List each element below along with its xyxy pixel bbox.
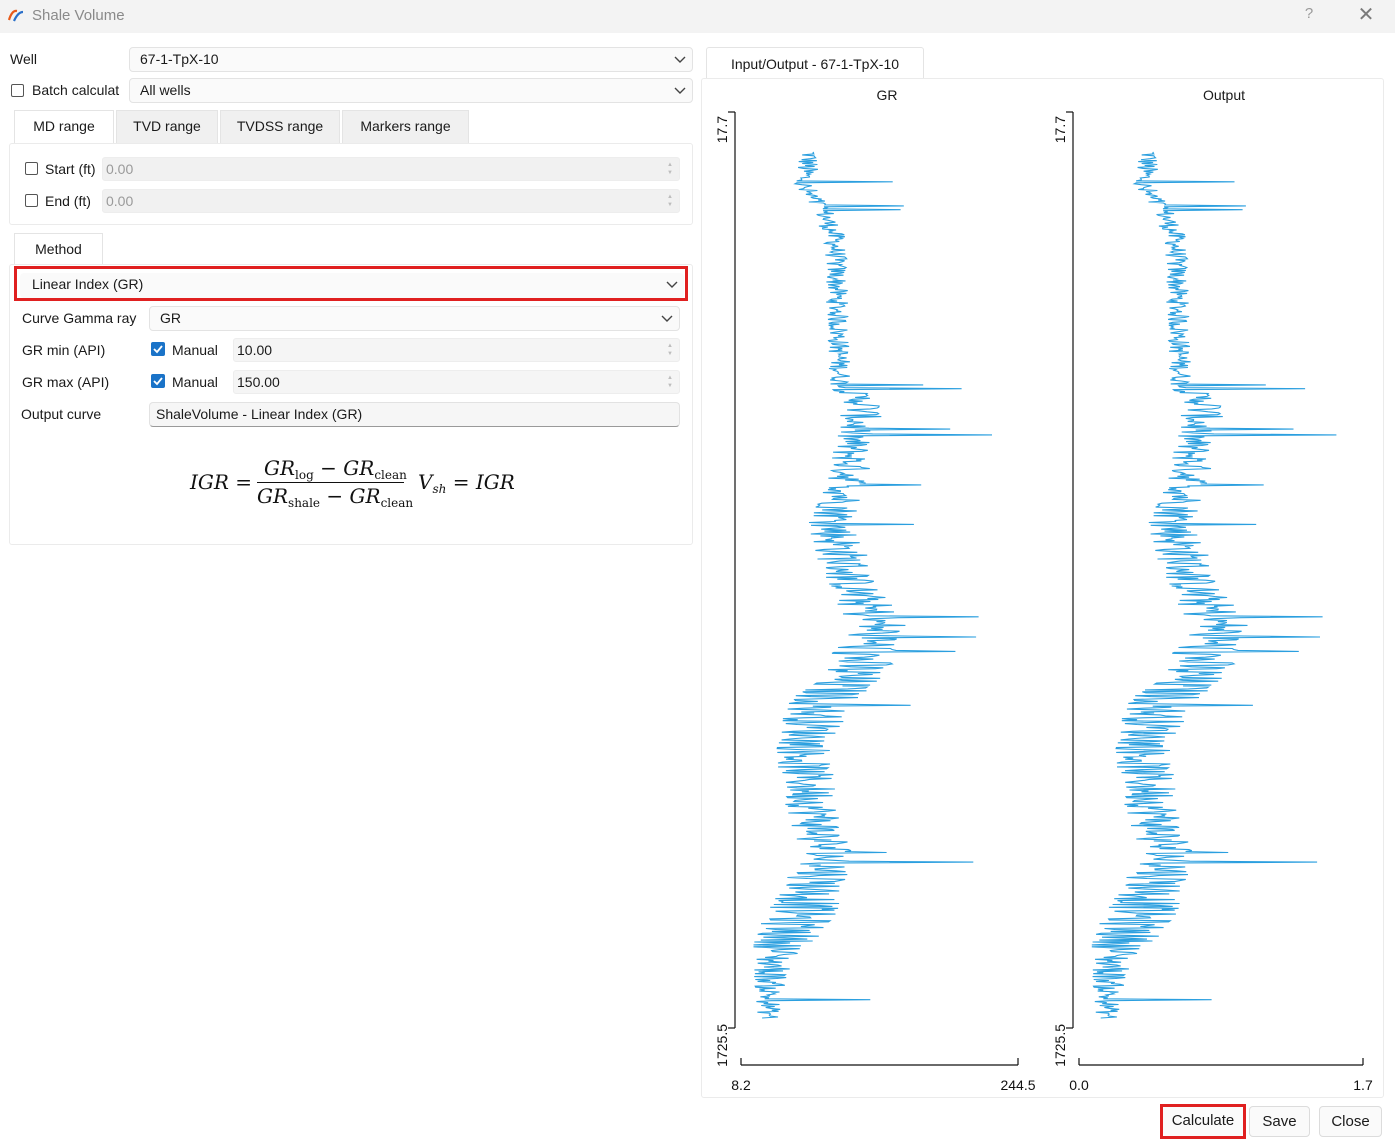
track-gr-min-label: 8.2 xyxy=(731,1077,751,1093)
start-input-value: 0.00 xyxy=(106,161,134,177)
track-output-depth-top: 17.7 xyxy=(1052,116,1068,143)
track-output-curve xyxy=(1091,151,1337,1019)
grmin-label: GR min (API) xyxy=(22,342,106,358)
formula-num-b: GR xyxy=(343,456,375,480)
curve-select-value: GR xyxy=(160,310,181,326)
formula-minus: − xyxy=(326,484,344,508)
help-button[interactable]: ? xyxy=(1300,5,1318,27)
curve-select[interactable]: GR xyxy=(149,306,680,331)
track-gr-max-label: 244.5 xyxy=(1000,1077,1035,1093)
batch-select[interactable]: All wells xyxy=(129,78,693,103)
formula-fraction-bar xyxy=(257,482,404,483)
batch-label: Batch calculat xyxy=(32,82,120,98)
output-curve-value: ShaleVolume - Linear Index (GR) xyxy=(156,406,363,422)
batch-select-value: All wells xyxy=(140,82,191,98)
formula-denominator: GRshale − GRclean xyxy=(257,484,413,510)
calculate-button[interactable]: Calculate xyxy=(1163,1107,1243,1136)
formula-num-a: GR xyxy=(264,456,296,480)
well-log-plot: GR 17.7 1725.5 8.2 244.5 Output 17.7 172… xyxy=(714,87,1373,1093)
output-curve-field[interactable]: ShaleVolume - Linear Index (GR) xyxy=(149,402,680,427)
formula-num-b-sub: clean xyxy=(374,468,407,482)
grmax-label: GR max (API) xyxy=(22,374,110,390)
title-bar xyxy=(0,0,1395,33)
grmin-manual-label: Manual xyxy=(172,342,218,358)
formula-den-a: GR xyxy=(257,484,289,508)
track-output-title: Output xyxy=(1203,87,1245,103)
start-label: Start (ft) xyxy=(45,161,96,177)
spin-arrows-icon: ▲ ▼ xyxy=(667,194,673,208)
grmin-input[interactable]: 10.00 ▲ ▼ xyxy=(233,338,680,362)
end-label: End (ft) xyxy=(45,193,91,209)
grmin-manual-checkbox[interactable] xyxy=(151,342,165,356)
formula-den-a-sub: shale xyxy=(288,496,321,510)
track-gr-title: GR xyxy=(877,87,898,103)
track-gr-depth-bottom: 1725.5 xyxy=(714,1024,730,1067)
end-checkbox[interactable] xyxy=(25,194,38,207)
batch-checkbox[interactable] xyxy=(11,84,24,97)
well-select[interactable]: 67-1-TpX-10 xyxy=(129,47,693,72)
close-window-icon[interactable]: ✕ xyxy=(1355,4,1377,26)
method-select[interactable]: Linear Index (GR) xyxy=(20,273,684,298)
track-gr-depth-top: 17.7 xyxy=(714,116,730,143)
end-input[interactable]: 0.00 ▲ ▼ xyxy=(102,189,680,213)
formula-minus: − xyxy=(320,456,337,480)
formula-num-a-sub: log xyxy=(295,468,314,482)
well-label: Well xyxy=(10,51,37,67)
close-button[interactable]: Close xyxy=(1319,1106,1382,1137)
spin-arrows-icon: ▲ ▼ xyxy=(667,343,673,357)
spin-arrows-icon: ▲ ▼ xyxy=(667,162,673,176)
track-gr-curve xyxy=(753,151,993,1019)
track-output-max-label: 1.7 xyxy=(1353,1077,1373,1093)
formula-vsh-sub: sh xyxy=(432,482,447,496)
formula-den-b: GR xyxy=(349,484,381,508)
formula-rhs: = IGR xyxy=(452,470,515,494)
tab-tvd-range[interactable]: TVD range xyxy=(116,110,218,143)
chevron-down-icon xyxy=(674,56,686,63)
tab-md-range[interactable]: MD range xyxy=(14,110,114,143)
tab-tvdss-range[interactable]: TVDSS range xyxy=(220,110,340,143)
chevron-down-icon xyxy=(666,281,678,288)
app-logo-icon xyxy=(7,9,24,22)
formula-den-b-sub: clean xyxy=(380,496,414,510)
grmin-input-value: 10.00 xyxy=(237,342,273,358)
output-label: Output curve xyxy=(21,406,102,422)
end-input-value: 0.00 xyxy=(106,193,134,209)
save-button[interactable]: Save xyxy=(1249,1106,1310,1137)
tab-input-output[interactable]: Input/Output - 67-1-TpX-10 xyxy=(706,47,924,79)
formula-numerator: GRlog − GRclean xyxy=(264,456,407,482)
window-title: Shale Volume xyxy=(32,7,125,24)
start-checkbox[interactable] xyxy=(25,162,38,175)
chevron-down-icon xyxy=(661,315,673,322)
track-output-depth-bottom: 1725.5 xyxy=(1052,1024,1068,1067)
start-input[interactable]: 0.00 ▲ ▼ xyxy=(102,157,680,181)
grmax-manual-label: Manual xyxy=(172,374,218,390)
chevron-down-icon xyxy=(674,87,686,94)
well-select-value: 67-1-TpX-10 xyxy=(140,51,219,67)
tab-method[interactable]: Method xyxy=(14,233,103,266)
grmax-input[interactable]: 150.00 ▲ ▼ xyxy=(233,370,680,394)
formula-vsh: Vsh = IGR xyxy=(418,470,515,496)
grmax-input-value: 150.00 xyxy=(237,374,280,390)
formula-vsh-v: V xyxy=(418,470,433,494)
tab-markers-range[interactable]: Markers range xyxy=(342,110,469,143)
grmax-manual-checkbox[interactable] xyxy=(151,374,165,388)
track-output-min-label: 0.0 xyxy=(1069,1077,1089,1093)
curve-label: Curve Gamma ray xyxy=(22,310,137,326)
method-select-value: Linear Index (GR) xyxy=(32,276,144,292)
spin-arrows-icon: ▲ ▼ xyxy=(667,375,673,389)
formula-lhs: IGR = xyxy=(190,470,253,494)
